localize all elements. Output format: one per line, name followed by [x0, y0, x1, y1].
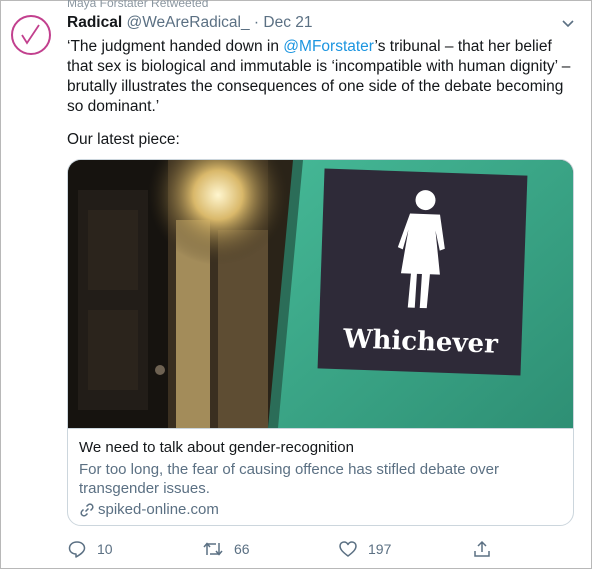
- card-description: For too long, the fear of causing offenc…: [79, 461, 499, 497]
- retweet-button[interactable]: 66: [202, 539, 250, 559]
- author-handle[interactable]: @WeAreRadical_: [126, 14, 249, 31]
- tweet-text: ‘The judgment handed down in @MForstater…: [67, 37, 572, 117]
- author-name[interactable]: Radical: [67, 14, 122, 31]
- link-icon: [80, 502, 94, 517]
- radical-logo-icon: [21, 24, 40, 45]
- card-image[interactable]: Whichever: [68, 160, 574, 428]
- retweet-count: 66: [234, 541, 250, 557]
- share-icon: [474, 540, 490, 557]
- link-card[interactable]: Whichever We need to talk about gender-r…: [67, 159, 574, 526]
- card-domain-text: spiked-online.com: [98, 501, 219, 518]
- mention-link[interactable]: @MForstater: [283, 38, 374, 55]
- sign-text: Whichever: [342, 324, 499, 359]
- tweet-text-part: ‘The judgment handed down in: [67, 38, 284, 55]
- share-button[interactable]: [472, 539, 492, 559]
- card-title[interactable]: We need to talk about gender-recognition: [79, 439, 354, 456]
- like-count: 197: [368, 541, 392, 557]
- reply-button[interactable]: 10: [67, 539, 113, 559]
- avatar[interactable]: [11, 15, 51, 55]
- separator: ·: [249, 14, 264, 31]
- tweet-date[interactable]: Dec 21: [263, 14, 312, 31]
- retweet-context: Maya Forstater Retweeted: [67, 0, 209, 10]
- retweet-icon: [203, 542, 223, 556]
- card-body[interactable]: We need to talk about gender-recognition…: [68, 428, 573, 525]
- tweet-text-latest: Our latest piece:: [67, 131, 180, 148]
- reply-icon: [68, 541, 86, 558]
- heart-icon: [339, 541, 357, 557]
- tweet-frame: Maya Forstater Retweeted Radical @WeAreR…: [0, 0, 592, 569]
- tweet-actions: 10 66 197: [67, 539, 547, 559]
- more-options-icon[interactable]: [560, 15, 576, 31]
- card-domain[interactable]: spiked-online.com: [79, 501, 219, 518]
- reply-count: 10: [97, 541, 113, 557]
- tweet-header: Radical @WeAreRadical_ · Dec 21: [67, 14, 313, 32]
- like-button[interactable]: 197: [338, 539, 391, 559]
